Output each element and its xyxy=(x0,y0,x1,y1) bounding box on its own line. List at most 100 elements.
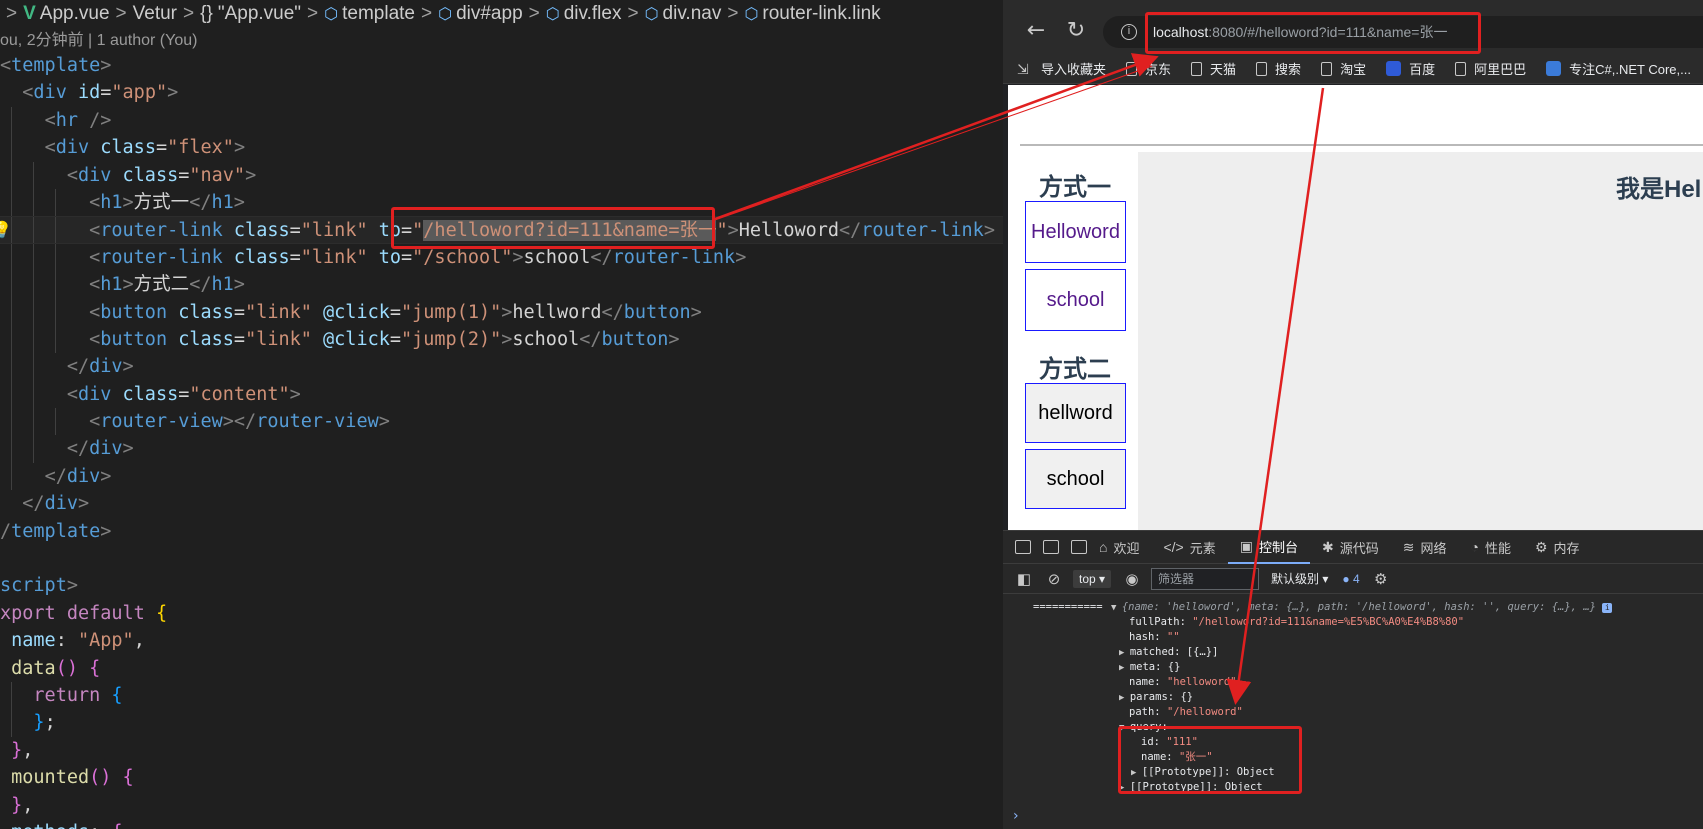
nav-heading-method2: 方式二 xyxy=(1039,356,1111,383)
code-line: <button class="link" @click="jump(2)">sc… xyxy=(0,325,1003,354)
settings-gear-icon[interactable]: ⚙ xyxy=(1372,570,1390,588)
eye-icon[interactable]: ◉ xyxy=(1123,570,1141,588)
console-prompt-icon[interactable]: › xyxy=(1013,808,1019,824)
address-bar[interactable]: i localhost:8080/#/helloword?id=111&name… xyxy=(1103,16,1703,48)
lightbulb-icon[interactable]: 💡 xyxy=(0,221,12,239)
breadcrumb-item-div-app[interactable]: div#app xyxy=(456,3,523,25)
code-line: return { xyxy=(0,681,1003,710)
bookmark-taobao[interactable]: 淘宝 xyxy=(1321,59,1366,78)
code-line: data() { xyxy=(11,657,101,679)
page-content: 我是Hell xyxy=(1138,152,1703,530)
cube-icon: ⬡ xyxy=(438,6,453,23)
page-viewport: 方式一 Helloword school 方式二 hellword school… xyxy=(1008,85,1703,530)
sidebar-toggle-icon[interactable]: ◧ xyxy=(1015,570,1033,588)
devtools-tabs: ⌂ 欢迎 </> 元素 ▣ 控制台 ✱ 源代码 ≋ 网络 ◔ 性能 ⚙ 内存 xyxy=(1003,530,1703,564)
bug-icon: ✱ xyxy=(1322,538,1334,555)
console-icon: ▣ xyxy=(1239,537,1253,554)
school-link[interactable]: school xyxy=(1025,269,1126,331)
baidu-icon xyxy=(1386,61,1402,76)
code-line: name: "App", xyxy=(11,630,145,652)
tab-network[interactable]: ≋ 网络 xyxy=(1391,530,1459,564)
devtools-panel: ⌂ 欢迎 </> 元素 ▣ 控制台 ✱ 源代码 ≋ 网络 ◔ 性能 ⚙ 内存 ◧ ⊘ top … xyxy=(1003,530,1703,829)
code-line: <div class="nav"> xyxy=(0,161,1003,189)
site-info-icon[interactable]: i xyxy=(1121,24,1137,40)
tab-memory[interactable]: ⚙ 内存 xyxy=(1523,530,1592,564)
code-line: <router-link class="link" to="/school">s… xyxy=(0,243,1003,272)
console-object-summary[interactable]: ▼ {name: 'helloword', meta: {…}, path: '… xyxy=(1111,600,1613,615)
breadcrumb-item-div-nav[interactable]: div.nav xyxy=(663,3,722,25)
tab-performance[interactable]: ◔ 性能 xyxy=(1459,530,1523,564)
code-line: }, xyxy=(11,739,34,761)
code-icon: </> xyxy=(1163,539,1184,555)
helloword-link[interactable]: Helloword xyxy=(1025,201,1126,263)
nav-heading-method1: 方式一 xyxy=(1039,174,1111,201)
braces-icon: {} xyxy=(200,3,213,24)
git-blame-annotation[interactable]: ou, 2分钟前 | 1 author (You) xyxy=(0,30,197,52)
console-separator: =========== xyxy=(1033,601,1103,613)
reload-icon[interactable]: ↻ xyxy=(1063,18,1089,44)
code-line: </div> xyxy=(0,353,1003,381)
bookmark-baidu[interactable]: 百度 xyxy=(1386,59,1435,78)
console-prop-meta[interactable]: ▶ meta: {} xyxy=(1119,660,1180,675)
browser-toolbar: ← ↻ i localhost:8080/#/helloword?id=111&… xyxy=(1003,8,1703,54)
code-line: <div id="app"> xyxy=(22,82,179,104)
url-text[interactable]: localhost:8080/#/helloword?id=111&name=张… xyxy=(1153,22,1447,42)
bookmark-csharp[interactable]: 专注C#,.NET Core,... xyxy=(1546,59,1691,78)
code-line: methods: { xyxy=(0,819,1003,829)
breadcrumb-item-router-link[interactable]: router-link.link xyxy=(762,3,880,25)
tab-welcome[interactable]: ⌂ 欢迎 xyxy=(1087,530,1151,564)
console-prop-query[interactable]: ▼ query: xyxy=(1119,720,1168,735)
code-line: }, xyxy=(11,794,34,816)
school-button[interactable]: school xyxy=(1025,449,1126,509)
breadcrumb-extension[interactable]: Vetur xyxy=(133,3,177,25)
filter-input[interactable]: 筛选器 xyxy=(1151,567,1260,590)
bookmark-jd[interactable]: 京东 xyxy=(1126,59,1171,78)
breadcrumb-file[interactable]: App.vue xyxy=(40,3,110,25)
breadcrumb: > V App.vue > Vetur > {} "App.vue" > ⬡ t… xyxy=(6,3,881,25)
cube-icon: ⬡ xyxy=(324,6,339,23)
tab-console[interactable]: ▣ 控制台 xyxy=(1227,530,1310,564)
page-icon xyxy=(1126,61,1138,76)
breadcrumb-item-div-flex[interactable]: div.flex xyxy=(564,3,622,25)
console-prototype[interactable]: ▶ [[Prototype]]: Object xyxy=(1119,780,1263,795)
dock-icon[interactable] xyxy=(1071,540,1087,554)
code-line: <h1>方式二</h1> xyxy=(0,271,1003,299)
context-select[interactable]: top ▾ xyxy=(1073,569,1112,588)
code-line: mounted() { xyxy=(11,767,134,789)
gauge-icon: ◔ xyxy=(1470,539,1479,555)
console-prop-hash: hash: "" xyxy=(1129,631,1180,643)
tab-strip[interactable] xyxy=(1003,0,1703,8)
console-prop-params[interactable]: ▶ params: {} xyxy=(1119,690,1193,705)
selected-route-value: /helloword?id=111&name=张一 xyxy=(423,220,717,242)
code-line: <hr /> xyxy=(0,106,1003,135)
inspect-icon[interactable] xyxy=(1015,540,1031,554)
device-toolbar-icon[interactable] xyxy=(1043,540,1059,554)
log-level-select[interactable]: 默认级别 ▾ xyxy=(1271,570,1328,587)
csharp-icon xyxy=(1546,61,1562,76)
tab-elements[interactable]: </> 元素 xyxy=(1151,530,1227,564)
clear-console-icon[interactable]: ⊘ xyxy=(1045,570,1063,588)
code-line: </div> xyxy=(0,435,1003,463)
console-query-prototype[interactable]: ▶ [[Prototype]]: Object xyxy=(1131,765,1275,780)
console-query-id: id: "111" xyxy=(1141,736,1198,748)
vue-file-icon: V xyxy=(23,3,36,24)
message-count-badge[interactable]: ● 4 xyxy=(1342,572,1359,586)
code-line: </div> xyxy=(22,493,90,515)
bookmark-tmall[interactable]: 天猫 xyxy=(1191,59,1236,78)
bookmark-search[interactable]: 搜索 xyxy=(1256,59,1301,78)
hellword-button[interactable]: hellword xyxy=(1025,383,1126,443)
code-editor[interactable]: > V App.vue > Vetur > {} "App.vue" > ⬡ t… xyxy=(0,0,1003,829)
breadcrumb-scope[interactable]: "App.vue" xyxy=(218,3,301,25)
code-line: /template> xyxy=(0,520,112,542)
breadcrumb-item-template[interactable]: template xyxy=(342,3,415,25)
page-icon xyxy=(1321,61,1333,76)
bookmark-alibaba[interactable]: 阿里巴巴 xyxy=(1455,59,1526,78)
bookmark-import[interactable]: ⇲ 导入收藏夹 xyxy=(1017,59,1106,78)
tab-sources[interactable]: ✱ 源代码 xyxy=(1310,530,1391,564)
bookmarks-bar: ⇲ 导入收藏夹 京东 天猫 搜索 淘宝 百度 阿里巴巴 专注C#,.NET Cor… xyxy=(1003,54,1703,84)
console-prop-matched[interactable]: ▶ matched: [{…}] xyxy=(1119,645,1218,660)
code-line-current: 💡 <router-link class="link" to="/hellowo… xyxy=(0,216,1003,244)
code-area[interactable]: <template> <div id="app"> <hr /> <div cl… xyxy=(0,52,1003,829)
back-arrow-icon[interactable]: ← xyxy=(1023,18,1049,44)
console-toolbar: ◧ ⊘ top ▾ ◉ 筛选器 默认级别 ▾ ● 4 ⚙ xyxy=(1003,564,1703,594)
